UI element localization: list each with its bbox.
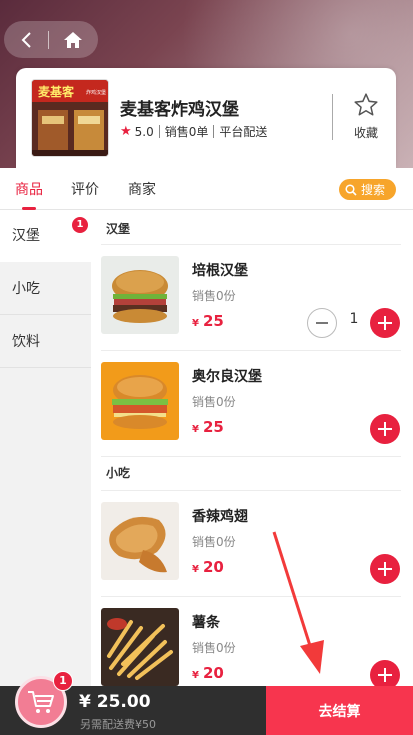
product-image-fries xyxy=(101,608,179,686)
section-divider xyxy=(101,456,401,457)
section-title: 汉堡 xyxy=(106,222,131,236)
tab-bar: 商品 评价 商家 搜索 xyxy=(0,168,413,210)
product-image-bacon-burger xyxy=(101,256,179,334)
shop-logo-text: 麦基客 xyxy=(38,84,75,99)
search-button[interactable]: 搜索 xyxy=(339,179,396,200)
shop-meta: ★ 5.0 销售0单 平台配送 xyxy=(120,123,267,140)
cart-bar: 1 ¥ 25.00 另需配送费¥50 去结算 xyxy=(0,671,413,735)
product-name: 薯条 xyxy=(192,615,220,631)
tab-merchant[interactable]: 商家 xyxy=(128,179,156,199)
meta-divider xyxy=(213,125,215,138)
category-badge: 1 xyxy=(72,217,88,233)
product-name: 香辣鸡翅 xyxy=(192,509,248,525)
product-item: 奥尔良汉堡 销售0份 ¥25 xyxy=(91,351,413,457)
product-price: ¥20 xyxy=(192,558,224,576)
tab-products[interactable]: 商品 xyxy=(15,179,43,199)
search-label: 搜索 xyxy=(361,183,386,197)
shop-rating: 5.0 xyxy=(134,124,154,139)
category-item-burger[interactable]: 汉堡 1 xyxy=(0,210,91,262)
shop-logo-sub: 炸鸡汉堡 xyxy=(86,89,106,96)
favorite-button[interactable]: 收藏 xyxy=(346,92,386,141)
currency-symbol: ¥ xyxy=(192,424,199,435)
shop-name: 麦基客炸鸡汉堡 xyxy=(120,100,239,120)
tab-reviews[interactable]: 评价 xyxy=(71,179,99,199)
product-sales: 销售0份 xyxy=(192,641,236,655)
currency-symbol: ¥ xyxy=(192,318,199,329)
currency-symbol: ¥ xyxy=(192,670,199,681)
product-name: 奥尔良汉堡 xyxy=(192,369,262,385)
category-sidebar: 汉堡 1 小吃 饮料 xyxy=(0,210,91,686)
category-item-drinks[interactable]: 饮料 xyxy=(0,316,91,368)
delivery-fee-note: 另需配送费¥50 xyxy=(80,718,156,731)
price-value: 25 xyxy=(202,418,224,436)
nav-pill xyxy=(4,21,98,58)
back-button[interactable] xyxy=(4,21,48,58)
product-item: 薯条 销售0份 ¥20 xyxy=(91,597,413,686)
product-price: ¥25 xyxy=(192,312,224,330)
shop-sales: 销售0单 xyxy=(164,125,209,139)
category-label: 汉堡 xyxy=(12,228,40,244)
currency-symbol: ¥ xyxy=(192,564,199,575)
price-value: 20 xyxy=(202,558,224,576)
product-name: 培根汉堡 xyxy=(192,263,248,279)
product-price: ¥20 xyxy=(192,664,224,682)
cart-total: ¥ 25.00 xyxy=(79,692,151,712)
checkout-button[interactable]: 去结算 xyxy=(266,686,413,735)
cart-icon xyxy=(28,691,54,713)
search-icon xyxy=(345,183,357,196)
product-price: ¥25 xyxy=(192,418,224,436)
add-to-cart-button[interactable] xyxy=(370,554,400,584)
product-sales: 销售0份 xyxy=(192,395,236,409)
price-value: 20 xyxy=(202,664,224,682)
star-outline-icon xyxy=(354,93,378,116)
star-icon: ★ xyxy=(120,124,132,139)
home-button[interactable] xyxy=(49,21,97,58)
product-quantity: 1 xyxy=(349,311,359,327)
shop-info-card: 麦基客 炸鸡汉堡 麦基客炸鸡汉堡 ★ 5.0 销售0单 平台配送 收藏 xyxy=(16,68,396,168)
back-icon xyxy=(21,31,31,48)
shop-delivery-mode: 平台配送 xyxy=(219,125,268,139)
meta-divider xyxy=(158,125,160,138)
product-image-orleans-burger xyxy=(101,362,179,440)
add-to-cart-button[interactable] xyxy=(370,660,400,686)
product-item: 香辣鸡翅 销售0份 ¥20 xyxy=(91,491,413,597)
category-label: 小吃 xyxy=(12,281,40,297)
decrease-quantity-button[interactable] xyxy=(307,308,337,338)
favorite-divider xyxy=(332,94,333,140)
product-list[interactable]: 汉堡 培根汉堡 销售0份 ¥25 1 奥尔良汉堡 销售0份 ¥ 25 小吃 香辣… xyxy=(91,210,413,686)
product-image-spicy-wings xyxy=(101,502,179,580)
add-to-cart-button[interactable] xyxy=(370,414,400,444)
product-item: 培根汉堡 销售0份 ¥25 1 xyxy=(91,245,413,351)
price-value: 25 xyxy=(202,312,224,330)
category-item-snack[interactable]: 小吃 xyxy=(0,263,91,315)
add-to-cart-button[interactable] xyxy=(370,308,400,338)
home-icon xyxy=(64,31,82,48)
favorite-label: 收藏 xyxy=(353,126,378,140)
product-sales: 销售0份 xyxy=(192,289,236,303)
cart-count-badge: 1 xyxy=(53,671,73,691)
section-title: 小吃 xyxy=(106,466,131,480)
shop-logo: 麦基客 炸鸡汉堡 xyxy=(31,79,109,157)
product-sales: 销售0份 xyxy=(192,535,236,549)
category-label: 饮料 xyxy=(12,334,40,350)
